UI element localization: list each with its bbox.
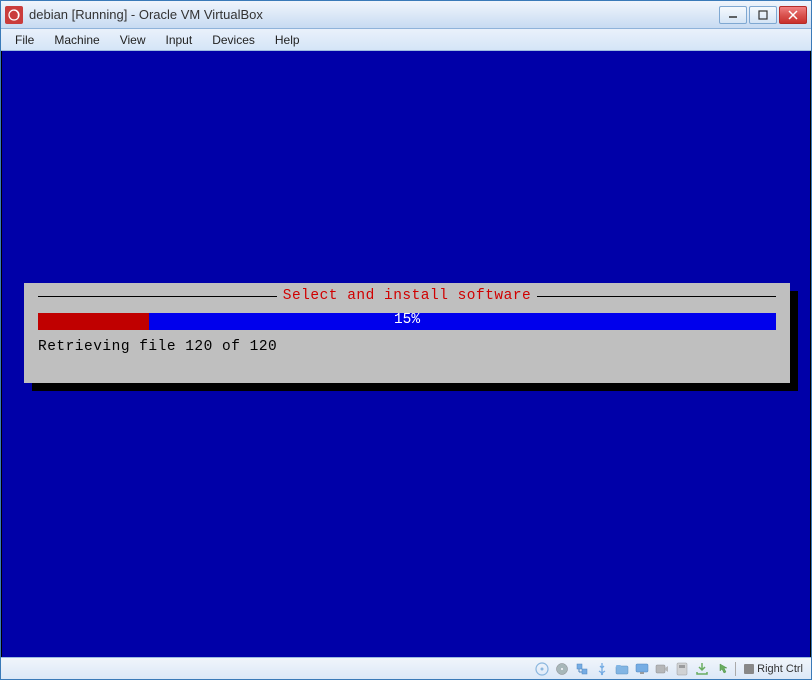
host-key-label: Right Ctrl xyxy=(757,663,803,675)
installer-status-text: Retrieving file 120 of 120 xyxy=(38,339,277,355)
clipboard-icon[interactable] xyxy=(693,661,711,677)
shared-folder-icon[interactable] xyxy=(613,661,631,677)
window-controls xyxy=(719,6,807,24)
recording-icon[interactable] xyxy=(653,661,671,677)
usb-icon[interactable] xyxy=(593,661,611,677)
status-separator xyxy=(735,662,736,676)
dialog-title: Select and install software xyxy=(277,288,537,304)
progress-percent-label: 15% xyxy=(38,312,776,328)
installer-dialog: Select and install software 15% Retrievi… xyxy=(24,283,790,383)
menu-view[interactable]: View xyxy=(110,31,156,49)
display-icon[interactable] xyxy=(633,661,651,677)
menu-help[interactable]: Help xyxy=(265,31,310,49)
hdd-icon[interactable] xyxy=(553,661,571,677)
keyboard-icon xyxy=(744,664,754,674)
dialog-box: Select and install software 15% Retrievi… xyxy=(24,283,790,383)
mouse-integration-icon[interactable] xyxy=(713,661,731,677)
menu-input[interactable]: Input xyxy=(156,31,203,49)
vm-display[interactable]: Select and install software 15% Retrievi… xyxy=(1,51,811,657)
progress-bar: 15% xyxy=(38,313,776,330)
network-icon[interactable] xyxy=(573,661,591,677)
dialog-title-row: Select and install software xyxy=(38,288,776,304)
host-key-indicator[interactable]: Right Ctrl xyxy=(740,663,807,675)
minimize-button[interactable] xyxy=(719,6,747,24)
statusbar: Right Ctrl xyxy=(1,657,811,679)
app-icon xyxy=(5,6,23,24)
menu-machine[interactable]: Machine xyxy=(44,31,109,49)
menu-devices[interactable]: Devices xyxy=(202,31,265,49)
titlebar: debian [Running] - Oracle VM VirtualBox xyxy=(1,1,811,29)
window-title: debian [Running] - Oracle VM VirtualBox xyxy=(29,7,719,22)
maximize-button[interactable] xyxy=(749,6,777,24)
menubar: File Machine View Input Devices Help xyxy=(1,29,811,51)
disc-icon[interactable] xyxy=(533,661,551,677)
audio-icon[interactable] xyxy=(673,661,691,677)
menu-file[interactable]: File xyxy=(5,31,44,49)
close-button[interactable] xyxy=(779,6,807,24)
